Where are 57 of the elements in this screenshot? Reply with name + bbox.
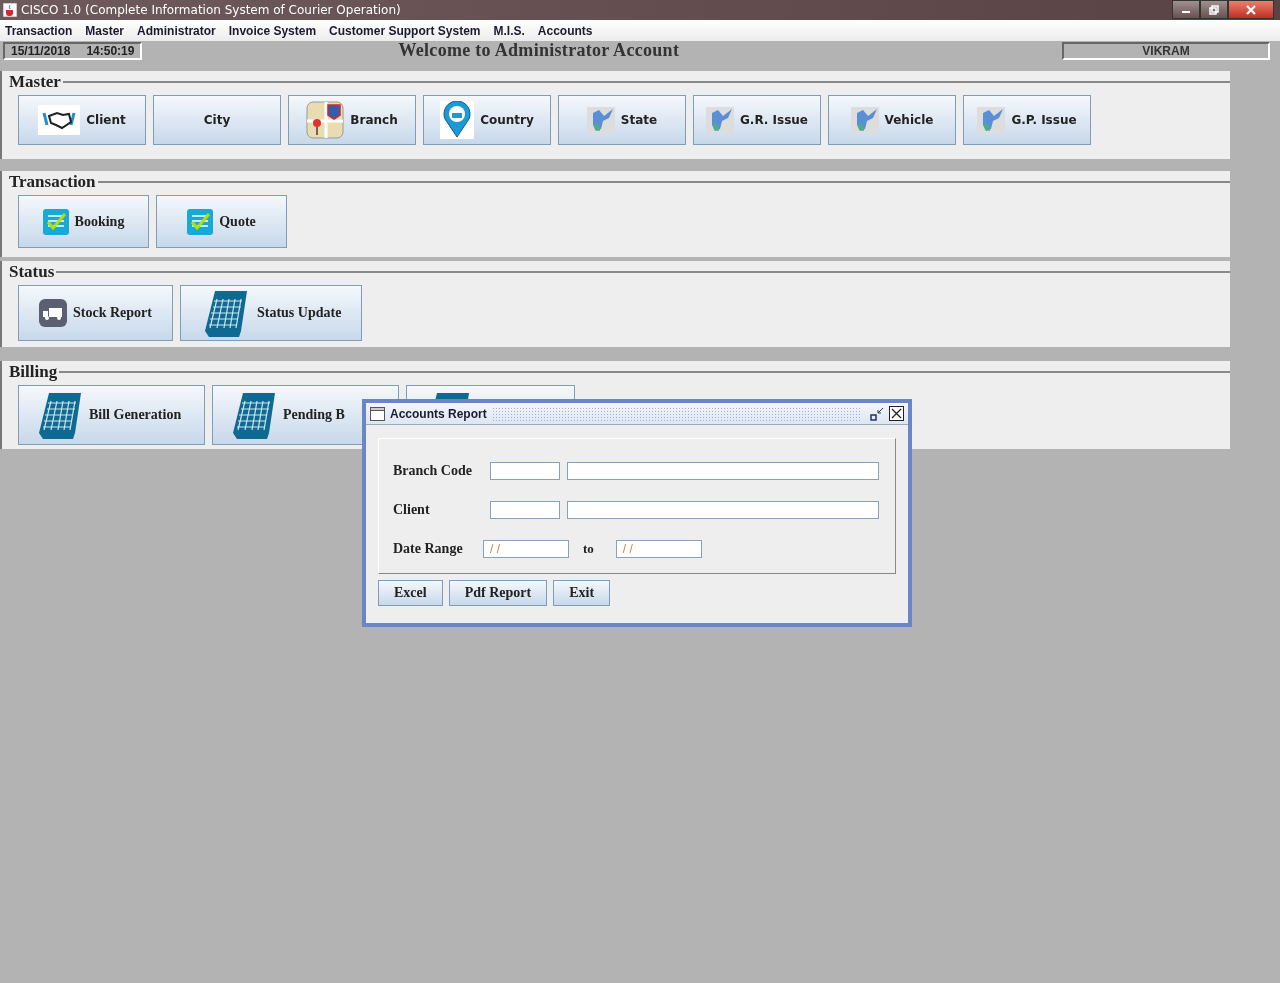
dialog-button[interactable]: Excel: [378, 580, 443, 606]
truck-icon: [39, 299, 67, 327]
restore-icon: [1209, 4, 1219, 15]
section-title: Billing: [8, 361, 59, 382]
menu-item[interactable]: Accounts: [537, 23, 593, 38]
module-button[interactable]: G.R. Issue: [693, 95, 821, 145]
location-pin-icon: [440, 101, 475, 139]
name-field[interactable]: [567, 462, 879, 480]
minimize-button[interactable]: [1172, 0, 1200, 19]
module-button[interactable]: Booking: [18, 195, 149, 248]
module-button[interactable]: Quote: [156, 195, 287, 248]
clock-field: 15/11/2018 14:50:19: [3, 41, 143, 60]
code-field[interactable]: [490, 462, 560, 480]
field-label: Date Range: [393, 541, 464, 557]
map-region-icon: [705, 107, 734, 133]
user-name: VIKRAM: [1062, 41, 1270, 60]
close-icon: [1245, 4, 1257, 15]
menu-item[interactable]: Invoice System: [228, 23, 317, 38]
close-icon[interactable]: [889, 406, 904, 421]
menu-item[interactable]: Administrator: [137, 23, 216, 38]
range-separator: to: [583, 541, 594, 557]
menu-item[interactable]: Transaction: [5, 23, 73, 38]
module-button[interactable]: Bill Generation: [18, 385, 205, 445]
module-button[interactable]: Branch: [288, 95, 416, 145]
module-button[interactable]: G.P. Issue: [963, 95, 1091, 145]
module-button[interactable]: Stock Report: [18, 285, 173, 341]
module-button[interactable]: City: [153, 95, 281, 145]
window-icon: [370, 406, 385, 421]
dialog-button[interactable]: Exit: [553, 580, 611, 606]
section-title: Transaction: [8, 171, 97, 192]
coffee-cup-icon: [3, 3, 17, 17]
name-field[interactable]: [567, 501, 879, 519]
field-label: Client: [393, 502, 431, 518]
map-region-icon: [850, 107, 879, 133]
checklist-icon: [187, 208, 214, 235]
field-label: Branch Code: [393, 463, 473, 479]
section-title: Status: [8, 261, 56, 282]
maximize-button[interactable]: [1200, 0, 1228, 19]
module-button[interactable]: Country: [423, 95, 551, 145]
map-region-icon: [977, 107, 1006, 133]
module-button[interactable]: Vehicle: [828, 95, 956, 145]
code-field[interactable]: [490, 501, 560, 519]
window-title: CISCO 1.0 (Complete Information System of Courier Operation): [21, 3, 401, 17]
dialog-button[interactable]: Pdf Report: [448, 580, 548, 606]
map-region-icon: [586, 107, 615, 133]
menu-item[interactable]: M.I.S.: [493, 23, 525, 38]
map-icon: [306, 101, 345, 139]
checklist-icon: [42, 208, 69, 235]
module-button[interactable]: State: [558, 95, 686, 145]
section-title: Master: [8, 71, 62, 92]
close-button[interactable]: [1228, 0, 1274, 19]
welcome-heading: Welcome to Administrator Account: [398, 40, 680, 61]
module-button[interactable]: Client: [18, 95, 146, 145]
menu-item[interactable]: Customer Support System: [329, 23, 481, 38]
restore-icon[interactable]: [870, 406, 884, 421]
menu-item[interactable]: Master: [85, 23, 125, 38]
module-button[interactable]: Status Update: [179, 285, 363, 341]
